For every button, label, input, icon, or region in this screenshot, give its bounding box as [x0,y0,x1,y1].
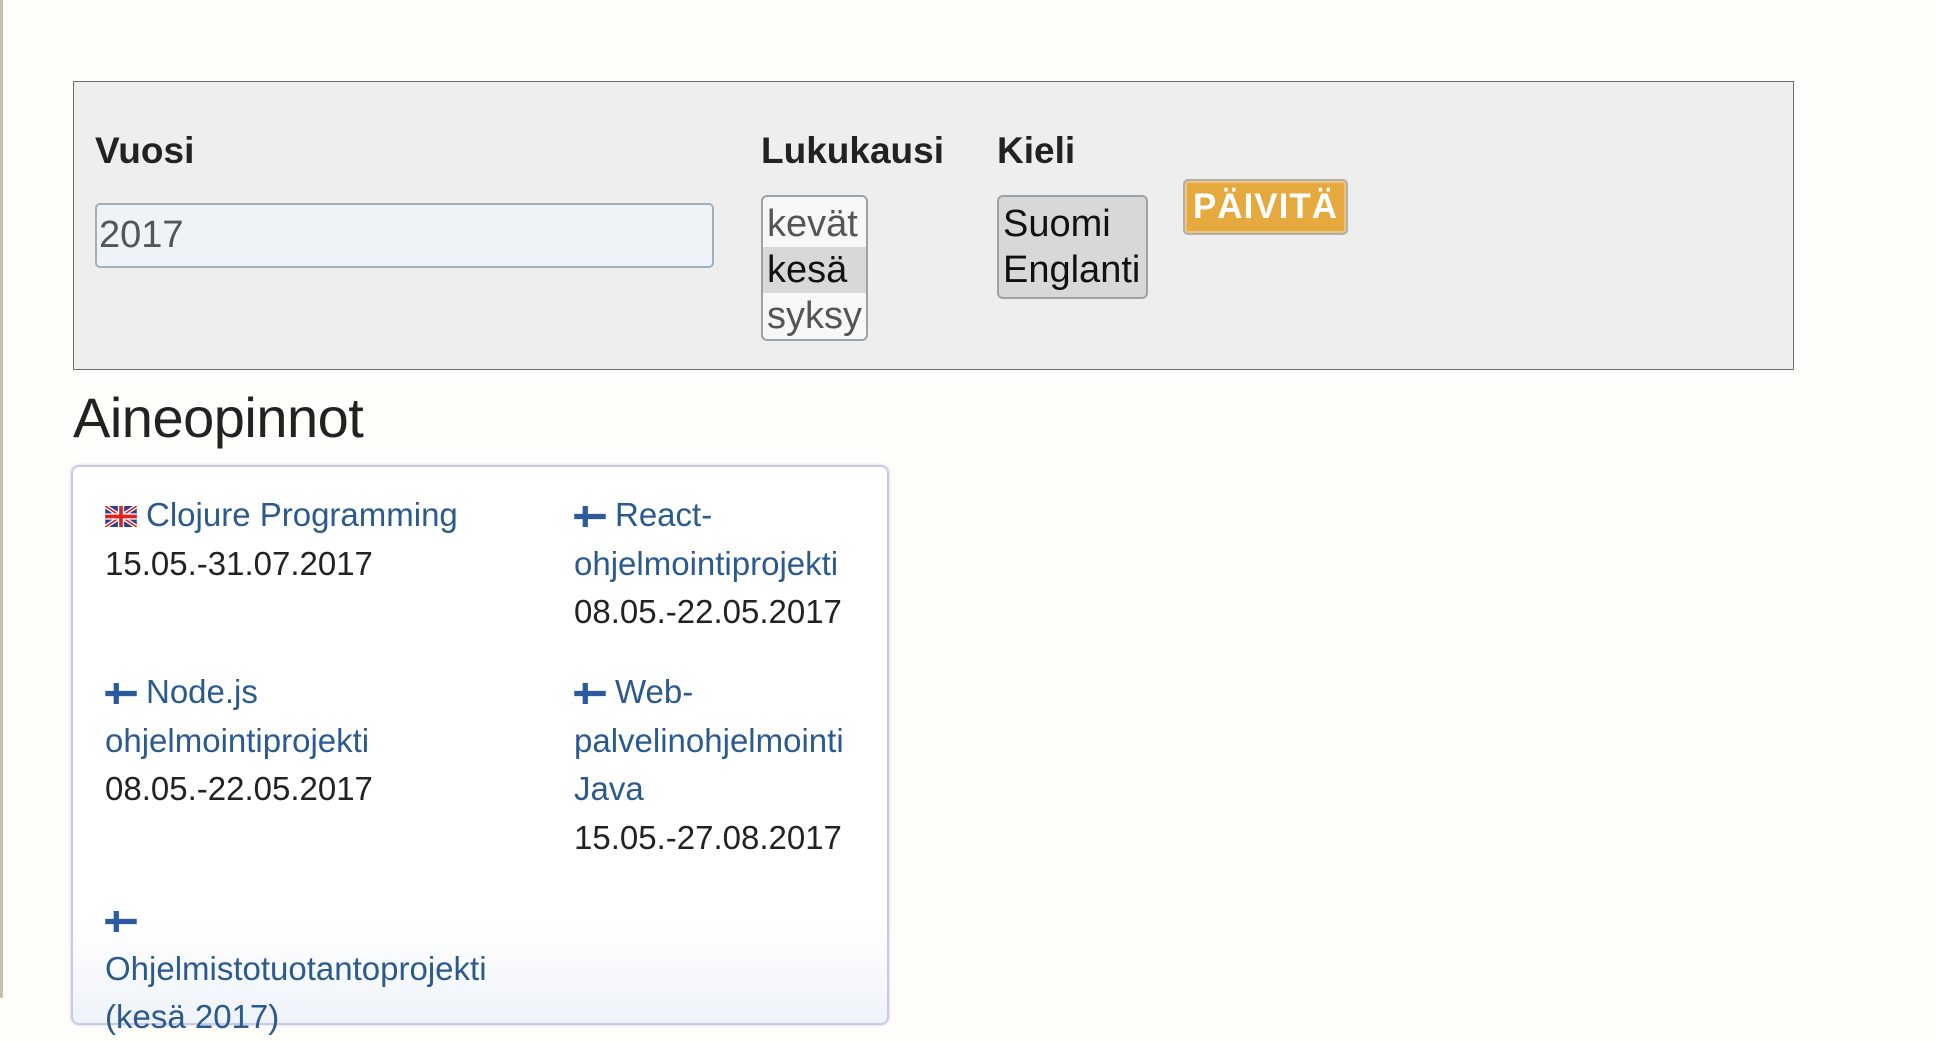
language-option-suomi[interactable]: Suomi [999,201,1146,247]
course-dates: 08.05.-22.05.2017 [105,770,373,807]
finland-flag-icon [105,911,137,932]
course-title-line: React- [615,496,713,533]
course-dates: 08.05.-22.05.2017 [574,593,842,630]
uk-flag-icon [105,506,137,527]
term-option-syksy[interactable]: syksy [763,293,866,339]
course-item: Node.js ohjelmointiprojekti 08.05.-22.05.… [105,668,525,814]
course-dates: 15.05.-31.07.2017 [105,544,373,582]
term-label: Lukukausi [761,130,944,171]
course-item: React-ohjelmointiprojekti 08.05.-22.05.2… [574,491,874,637]
course-title-line: ohjelmointiprojekti [574,544,839,582]
term-listbox[interactable]: kevät kesä syksy [761,195,868,341]
course-title-line: palvelinohjelmointi [574,721,844,759]
finland-flag-icon [574,683,606,704]
course-dates: 15.05.-27.08.2017 [574,818,842,856]
course-link[interactable]: Node.js ohjelmointiprojekti [105,673,369,759]
course-title-line: Node.js [146,673,258,710]
course-list-panel: Clojure Programming 15.05.-31.07.2017 Re… [71,465,889,1035]
course-title-line: ohjelmointiprojekti [105,721,370,759]
update-button[interactable]: PÄIVITÄ [1183,179,1348,235]
course-title-line: Java [574,770,644,807]
course-link[interactable]: Ohjelmistotuotantoprojekti (kesä 2017) [105,901,487,1035]
course-item: Clojure Programming 15.05.-31.07.2017 [105,491,525,588]
term-option-kevat[interactable]: kevät [763,201,866,247]
course-link[interactable]: Web-palvelinohjelmointi Java [574,673,844,807]
language-label: Kieli [997,130,1076,171]
course-link[interactable]: Clojure Programming [105,496,458,533]
term-option-kesa[interactable]: kesä [763,247,866,293]
course-title-line: Web- [615,673,694,710]
course-item: Web-palvelinohjelmointi Java 15.05.-27.08… [574,668,874,862]
course-title: Clojure Programming [146,496,458,533]
section-title: Aineopinnot [73,386,364,449]
course-link[interactable]: React-ohjelmointiprojekti [574,496,838,582]
year-label: Vuosi [95,130,195,171]
year-input[interactable] [95,203,714,268]
language-listbox[interactable]: Suomi Englanti [997,195,1148,299]
filter-panel: Vuosi Lukukausi kevät kesä syksy Kieli S… [73,81,1794,370]
finland-flag-icon [105,683,137,704]
course-title-line: Ohjelmistotuotantoprojekti [105,949,487,987]
course-item: Ohjelmistotuotantoprojekti (kesä 2017) [105,896,565,1042]
language-option-englanti[interactable]: Englanti [999,247,1146,293]
course-title-line: (kesä 2017) [105,998,280,1035]
finland-flag-icon [574,506,606,527]
left-page-border [0,0,3,998]
